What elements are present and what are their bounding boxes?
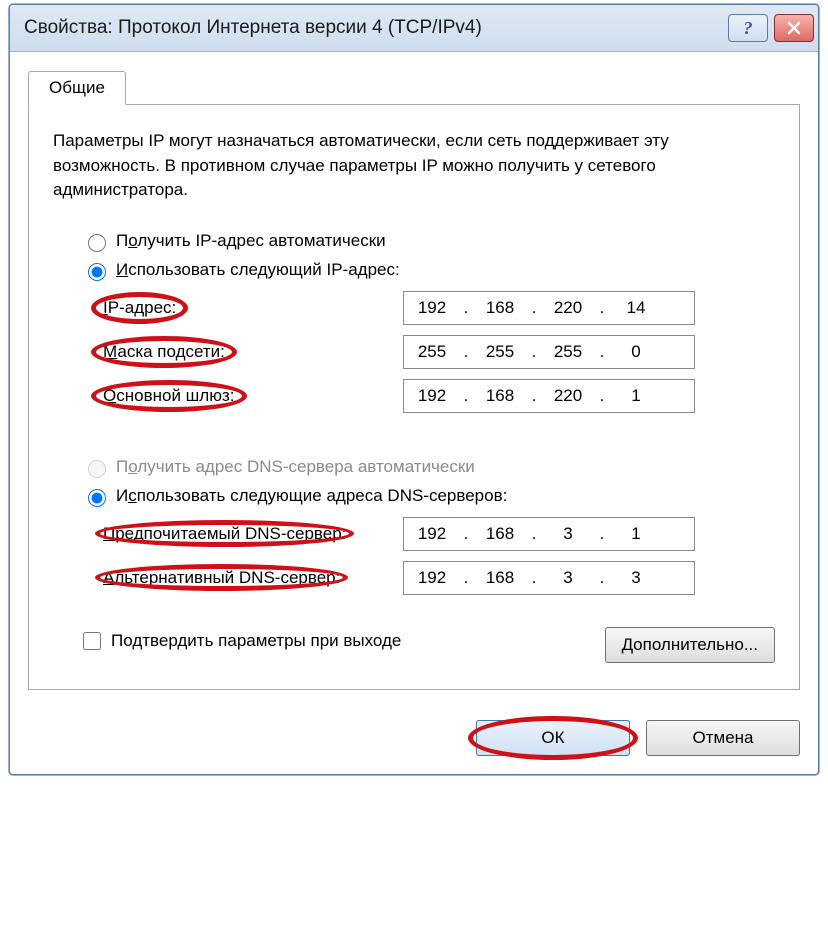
cancel-label: Отмена bbox=[693, 728, 754, 748]
label-gateway: Основной шлюз: bbox=[103, 386, 235, 406]
advanced-button[interactable]: Дополнительно... bbox=[605, 627, 775, 663]
footer: ОК Отмена bbox=[10, 704, 818, 774]
row-subnet-mask: Маска подсети: 255. 255. 255. 0 bbox=[103, 335, 775, 369]
input-gateway[interactable]: 192. 168. 220. 1 bbox=[403, 379, 695, 413]
window-title: Свойства: Протокол Интернета версии 4 (T… bbox=[24, 17, 722, 39]
tab-label: Общие bbox=[49, 78, 105, 97]
row-dns-pref: Предпочитаемый DNS-сервер: 192. 168. 3. … bbox=[103, 517, 775, 551]
radio-dns-manual-label: Использовать следующие адреса DNS-сервер… bbox=[116, 486, 507, 506]
description-text: Параметры IP могут назначаться автоматич… bbox=[53, 129, 775, 203]
radio-ip-manual-label: Использовать следующий IP-адрес: bbox=[116, 260, 400, 280]
dialog-window: Свойства: Протокол Интернета версии 4 (T… bbox=[9, 4, 819, 775]
label-dns-pref: Предпочитаемый DNS-сервер: bbox=[103, 524, 346, 543]
radio-dns-auto-label: Получить адрес DNS-сервера автоматически bbox=[116, 457, 475, 477]
input-dns-alt[interactable]: 192. 168. 3. 3 bbox=[403, 561, 695, 595]
checkbox-confirm-row[interactable]: Подтвердить параметры при выходе bbox=[79, 629, 401, 653]
label-ip-address: IP-адрес: bbox=[103, 298, 176, 318]
radio-ip-auto-label: Получить IP-адрес автоматически bbox=[116, 231, 386, 251]
tab-strip: Общие bbox=[28, 70, 800, 105]
checkbox-confirm[interactable] bbox=[83, 632, 101, 650]
input-subnet-mask[interactable]: 255. 255. 255. 0 bbox=[403, 335, 695, 369]
label-dns-alt: Альтернативный DNS-сервер: bbox=[103, 568, 340, 587]
radio-dns-manual[interactable] bbox=[88, 489, 106, 507]
radio-dns-manual-row[interactable]: Использовать следующие адреса DNS-сервер… bbox=[83, 486, 775, 507]
titlebar: Свойства: Протокол Интернета версии 4 (T… bbox=[10, 5, 818, 52]
input-dns-pref[interactable]: 192. 168. 3. 1 bbox=[403, 517, 695, 551]
radio-ip-auto[interactable] bbox=[88, 234, 106, 252]
radio-ip-manual[interactable] bbox=[88, 263, 106, 281]
ok-label: ОК bbox=[541, 728, 564, 748]
close-button[interactable] bbox=[774, 14, 814, 42]
help-button[interactable]: ? bbox=[728, 14, 768, 42]
tab-panel: Параметры IP могут назначаться автоматич… bbox=[28, 105, 800, 690]
close-icon bbox=[787, 21, 801, 35]
ok-button[interactable]: ОК bbox=[476, 720, 630, 756]
tab-general[interactable]: Общие bbox=[28, 71, 126, 105]
radio-dns-auto-row: Получить адрес DNS-сервера автоматически bbox=[83, 457, 775, 478]
radio-ip-auto-row[interactable]: Получить IP-адрес автоматически bbox=[83, 231, 775, 252]
radio-ip-manual-row[interactable]: Использовать следующий IP-адрес: bbox=[83, 260, 775, 281]
input-ip-address[interactable]: 192. 168. 220. 14 bbox=[403, 291, 695, 325]
checkbox-confirm-label: Подтвердить параметры при выходе bbox=[111, 631, 401, 651]
label-subnet-mask: Маска подсети: bbox=[103, 342, 225, 362]
cancel-button[interactable]: Отмена bbox=[646, 720, 800, 756]
row-ip-address: IP-адрес: 192. 168. 220. 14 bbox=[103, 291, 775, 325]
row-gateway: Основной шлюз: 192. 168. 220. 1 bbox=[103, 379, 775, 413]
row-dns-alt: Альтернативный DNS-сервер: 192. 168. 3. … bbox=[103, 561, 775, 595]
radio-dns-auto bbox=[88, 460, 106, 478]
